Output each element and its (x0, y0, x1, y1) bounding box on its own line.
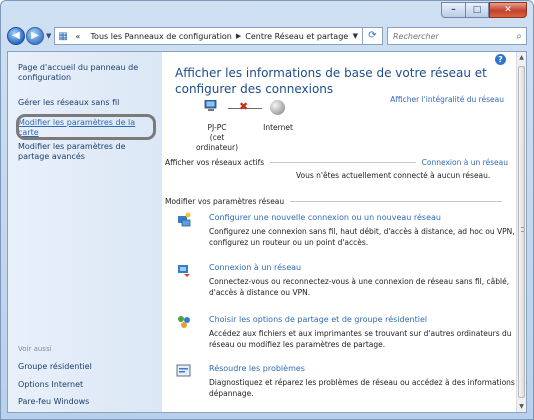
maximize-button[interactable]: □ (465, 2, 489, 18)
content-area: Page d'accueil du panneau de configurati… (7, 51, 527, 413)
navigation-bar: ◀ ▶ ▼ ▦ « Tous les Panneaux de configura… (7, 25, 527, 47)
computer-label: PJ-PC (cet ordinateur) (192, 123, 242, 153)
caption-buttons: – □ ✕ (441, 2, 527, 18)
no-network-status: Vous n'êtes actuellement connecté à aucu… (296, 171, 491, 180)
network-map: ✖ PJ-PC (cet ordinateur) Internet (192, 100, 312, 153)
computer-subtitle: (cet ordinateur) (195, 133, 239, 152)
divider (290, 201, 502, 202)
new-connection-link[interactable]: Configurer une nouvelle connexion ou un … (209, 213, 441, 223)
vertical-scrollbar[interactable]: ▲ ▼ (516, 52, 526, 412)
breadcrumb-control-panel[interactable]: Tous les Panneaux de configuration (91, 32, 232, 41)
connect-network-desc: Connectez-vous ou reconnectez-vous à une… (209, 277, 510, 297)
page-title: Afficher les informations de base de vot… (175, 66, 487, 96)
computer-name: PJ-PC (207, 123, 227, 132)
scroll-grip (521, 227, 524, 232)
minimize-button[interactable]: – (441, 2, 465, 18)
active-networks-header: Afficher vos réseaux actifs Connexion à … (165, 158, 508, 167)
new-connection-desc: Configurez une connexion sans fil, haut … (209, 227, 527, 247)
help-icon[interactable]: ? (495, 54, 506, 65)
troubleshoot-link[interactable]: Résoudre les problèmes (209, 364, 305, 374)
connect-network-icon (178, 265, 190, 277)
sidebar-item-homegroup[interactable]: Groupe résidentiel (18, 362, 156, 372)
address-dropdown-icon[interactable]: ▼ (349, 32, 362, 40)
highlight-ring (16, 114, 156, 140)
sidebar: Page d'accueil du panneau de configurati… (8, 52, 162, 412)
see-also-heading: Voir aussi (18, 345, 52, 353)
sidebar-item-firewall[interactable]: Pare-feu Windows (18, 397, 156, 407)
refresh-button[interactable]: ⟳ (363, 27, 383, 45)
sharing-options-link[interactable]: Choisir les options de partage et de gro… (209, 315, 427, 325)
search-box[interactable]: ⌕ (387, 27, 527, 45)
settings-header: Modifier vos paramètres réseau (165, 197, 508, 206)
search-icon[interactable]: ⌕ (512, 31, 526, 42)
computer-icon[interactable] (204, 100, 218, 112)
homegroup-icon (178, 316, 190, 328)
breadcrumb-separator-icon (84, 32, 86, 40)
internet-label: Internet (263, 123, 293, 132)
scroll-down-icon[interactable]: ▼ (517, 401, 526, 412)
connect-network-link[interactable]: Connexion à un réseau (422, 158, 508, 167)
breadcrumb-arrow-icon[interactable]: ▶ (236, 32, 241, 40)
internet-globe-icon[interactable] (270, 100, 285, 115)
scroll-thumb[interactable] (518, 66, 525, 398)
sidebar-item-sharing[interactable]: Modifier les paramètres de partage avanc… (18, 142, 156, 162)
troubleshoot-desc: Diagnostiquez et réparez les problèmes d… (209, 378, 527, 398)
main-panel: ? Afficher les informations de base de v… (162, 52, 527, 412)
settings-heading: Modifier vos paramètres réseau (165, 197, 285, 206)
full-map-link[interactable]: Afficher l'intégralité du réseau (390, 95, 504, 104)
address-prefix[interactable]: « (75, 32, 80, 41)
sharing-options-desc: Accédez aux fichiers et aux imprimantes … (209, 329, 512, 349)
disconnected-x-icon[interactable]: ✖ (239, 101, 248, 113)
new-connection-icon (178, 212, 191, 227)
control-panel-window: – □ ✕ ◀ ▶ ▼ ▦ « Tous les Panneaux de con… (0, 0, 534, 420)
sidebar-item-internet-options[interactable]: Options Internet (18, 380, 156, 390)
forward-button[interactable]: ▶ (26, 27, 44, 45)
control-panel-icon: ▦ (58, 30, 68, 42)
close-button[interactable]: ✕ (489, 2, 527, 18)
address-bar[interactable]: ▦ « Tous les Panneaux de configuration ▶… (54, 27, 363, 45)
troubleshoot-icon (176, 364, 191, 377)
sidebar-item-home[interactable]: Page d'accueil du panneau de configurati… (18, 63, 156, 83)
active-networks-heading: Afficher vos réseaux actifs (165, 158, 265, 167)
sidebar-item-wireless[interactable]: Gérer les réseaux sans fil (18, 98, 156, 108)
back-button[interactable]: ◀ (7, 27, 25, 45)
scroll-up-icon[interactable]: ▲ (517, 52, 526, 63)
search-input[interactable] (393, 31, 512, 41)
divider (270, 162, 416, 163)
recent-pages-dropdown-icon[interactable]: ▼ (46, 32, 51, 40)
breadcrumb-network-center[interactable]: Centre Réseau et partage (245, 32, 348, 41)
connect-network-task-link[interactable]: Connexion à un réseau (209, 263, 301, 273)
